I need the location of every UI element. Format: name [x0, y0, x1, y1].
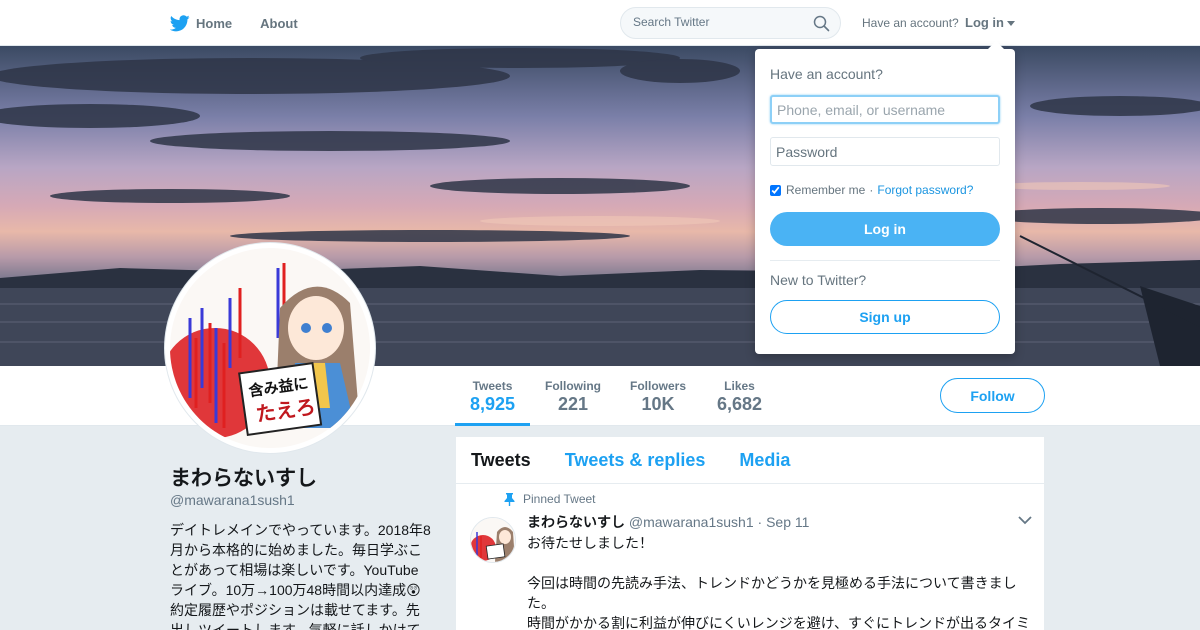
tweet-avatar[interactable]: [470, 517, 516, 563]
pinned-tweet[interactable]: Pinned Tweet まわらないすし @mawarana1sush1 · S…: [456, 484, 1044, 630]
tweet-line-blank: [527, 553, 1033, 573]
login-menu-toggle[interactable]: Log in: [965, 15, 1015, 30]
nav-about-label: About: [260, 15, 298, 31]
tweet-author-name[interactable]: まわらないすし: [527, 514, 625, 530]
search-box: [620, 7, 841, 39]
profile-avatar[interactable]: 含み益に たえろ: [165, 243, 375, 453]
signup-button[interactable]: Sign up: [770, 300, 1000, 334]
stat-followers-label: Followers: [629, 379, 686, 393]
profile-name[interactable]: まわらないすし: [170, 462, 317, 492]
profile-bio: デイトレメインでやっています。2018年8月から本格的に始めました。毎日学ぶこと…: [170, 522, 431, 630]
stat-likes-value: 6,682: [716, 394, 763, 414]
stat-likes-label: Likes: [724, 379, 755, 393]
new-to-twitter-text: New to Twitter?: [770, 272, 867, 288]
top-navigation-bar: Home About Have an account? Log in: [0, 0, 1200, 46]
avatar-illustration: 含み益に たえろ: [170, 248, 370, 448]
tab-tweets-and-replies[interactable]: Tweets & replies: [565, 450, 706, 471]
tweet-text: お待たせしました！ 今回は時間の先読み手法、トレンドかどうかを見極める手法につい…: [527, 533, 1033, 630]
tab-tweets[interactable]: Tweets: [471, 450, 531, 471]
login-button[interactable]: Log in: [770, 212, 1000, 246]
tweet-date[interactable]: Sep 11: [766, 514, 809, 530]
stat-following-label: Following: [545, 379, 601, 393]
nav-left: Home About: [170, 0, 326, 46]
stat-followers-value: 10K: [641, 394, 675, 414]
search-input[interactable]: [633, 15, 803, 29]
login-menu-label: Log in: [965, 15, 1004, 30]
follow-button[interactable]: Follow: [940, 378, 1045, 413]
stat-tweets-label: Tweets: [472, 379, 513, 393]
pin-icon: [504, 492, 515, 506]
tweet-line-2: 今回は時間の先読み手法、トレンドかどうかを見極める手法について書きました。: [527, 575, 1017, 611]
tweet-separator: ·: [757, 514, 763, 530]
twitter-bird-icon: [170, 14, 190, 31]
pinned-indicator: Pinned Tweet: [504, 492, 596, 506]
profile-handle[interactable]: @mawarana1sush1: [170, 492, 295, 508]
timeline: Tweets Tweets & replies Media Pinned Twe…: [456, 437, 1044, 630]
tweet-avatar-image: [471, 518, 515, 562]
tweet-line-1: お待たせしました！: [527, 535, 653, 551]
tab-media[interactable]: Media: [739, 450, 790, 471]
tweet-author-handle[interactable]: @mawarana1sush1: [629, 514, 754, 530]
password-field[interactable]: [770, 137, 1000, 166]
remember-me-label[interactable]: Remember me: [786, 183, 865, 197]
stat-likes[interactable]: Likes 6,682: [712, 366, 767, 426]
login-dropdown-title: Have an account?: [770, 66, 883, 82]
login-dropdown: Have an account? Remember me · Forgot pa…: [755, 41, 1015, 354]
nav-about[interactable]: About: [260, 16, 298, 31]
have-account-text: Have an account?: [862, 16, 959, 30]
pinned-label: Pinned Tweet: [523, 492, 596, 506]
remember-row: Remember me · Forgot password?: [770, 183, 973, 197]
tweet-header: まわらないすし @mawarana1sush1 · Sep 11: [527, 512, 809, 532]
chevron-down-icon[interactable]: [1018, 516, 1032, 525]
remember-me-checkbox[interactable]: [770, 184, 781, 196]
tweet-line-3: 時間がかかる割に利益が伸びにくいレンジを避け、すぐにトレンドが出るタイミ: [527, 615, 1031, 630]
stat-following-value: 221: [557, 394, 589, 414]
search-icon[interactable]: [813, 15, 830, 32]
username-field[interactable]: [770, 95, 1000, 124]
remember-separator: ·: [869, 183, 874, 197]
stat-followers[interactable]: Followers 10K: [625, 366, 691, 426]
nav-home-label: Home: [196, 15, 233, 31]
forgot-password-link[interactable]: Forgot password?: [877, 183, 973, 197]
stat-tweets[interactable]: Tweets 8,925: [455, 366, 530, 426]
timeline-tabs: Tweets Tweets & replies Media: [456, 437, 1044, 484]
stat-tweets-value: 8,925: [469, 394, 516, 414]
stat-following[interactable]: Following 221: [540, 366, 606, 426]
caret-down-icon: [1007, 21, 1015, 26]
dropdown-divider: [770, 260, 1000, 261]
nav-home[interactable]: Home: [170, 14, 233, 32]
